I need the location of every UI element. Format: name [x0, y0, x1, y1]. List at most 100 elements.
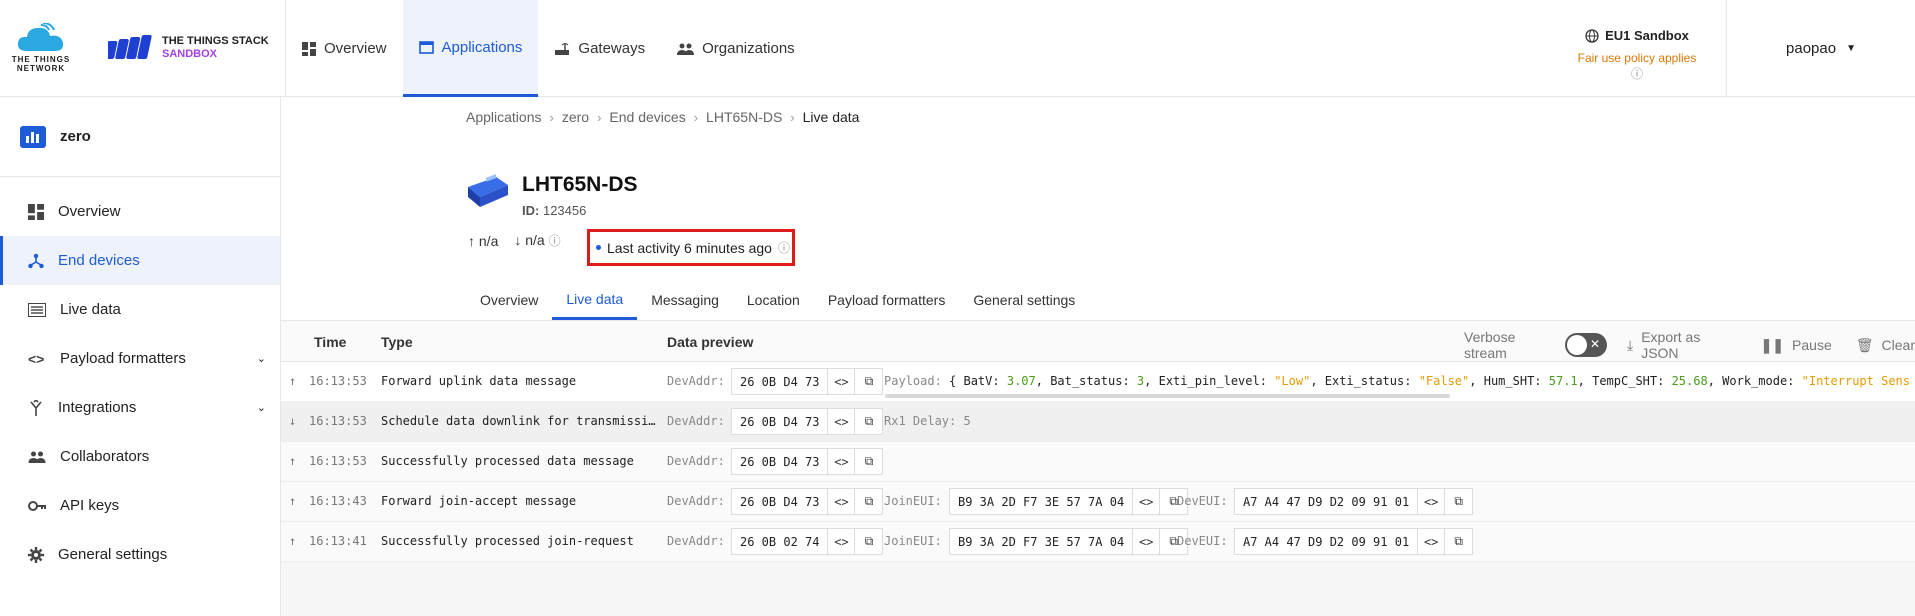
- tts-logo[interactable]: THE THINGS STACK SANDBOX: [82, 0, 286, 96]
- nav-gateways[interactable]: Gateways: [538, 0, 661, 97]
- tab-location[interactable]: Location: [733, 280, 814, 320]
- tab-messaging[interactable]: Messaging: [637, 280, 733, 320]
- pause-button[interactable]: Pause: [1792, 337, 1832, 353]
- joineui-chip: B9 3A 2D F7 3E 57 7A 04 <> ⧉: [949, 528, 1189, 555]
- copy-icon[interactable]: ⧉: [855, 449, 882, 474]
- devaddr-value: 26 0B D4 73: [732, 369, 829, 394]
- devaddr-chip: 26 0B 02 74 <> ⧉: [731, 528, 884, 555]
- code-toggle-icon[interactable]: <>: [828, 489, 856, 514]
- key-icon: [28, 500, 46, 511]
- code-toggle-icon[interactable]: <>: [1133, 529, 1161, 554]
- settings-icon: [28, 546, 44, 563]
- nav-organizations-label: Organizations: [702, 40, 795, 57]
- sidebar-item-label: End devices: [58, 252, 140, 269]
- sidebar-item-collaborators[interactable]: Collaborators: [0, 432, 280, 481]
- breadcrumb-item[interactable]: End devices: [609, 109, 685, 125]
- sidebar-item-integrations[interactable]: Integrations ⌄: [0, 383, 280, 432]
- devaddr-label: DevAddr:: [667, 374, 725, 388]
- nav-organizations[interactable]: Organizations: [661, 0, 811, 97]
- breadcrumb-item[interactable]: Applications: [466, 109, 542, 125]
- tab-overview[interactable]: Overview: [466, 280, 552, 320]
- deveui-label: DevEUI:: [1177, 534, 1228, 548]
- joineui-label: JoinEUI:: [884, 494, 942, 508]
- deveui-label: DevEUI:: [1177, 494, 1228, 508]
- router-icon: [555, 42, 570, 55]
- status-dot-icon: [596, 245, 601, 250]
- sidebar-item-api-keys[interactable]: API keys: [0, 481, 280, 530]
- sidebar-item-end-devices[interactable]: End devices: [0, 236, 280, 285]
- region-info: EU1 Sandbox Fair use policy applies ⓘ: [1572, 28, 1702, 82]
- application-icon: [418, 40, 434, 54]
- verbose-toggle[interactable]: ✕: [1565, 333, 1607, 357]
- table-row[interactable]: ↑ 16:13:53 Successfully processed data m…: [281, 442, 1915, 482]
- devaddr-value: 26 0B D4 73: [732, 489, 829, 514]
- page-scrollbar[interactable]: [1901, 120, 1911, 590]
- device-name: LHT65N-DS: [522, 173, 638, 196]
- device-stats: ↑ n/a ↓ n/a ⓘ: [468, 232, 561, 249]
- sidebar-item-general-settings[interactable]: General settings: [0, 530, 280, 579]
- code-toggle-icon[interactable]: <>: [1418, 529, 1446, 554]
- deveui-chip: A7 A4 47 D9 D2 09 91 01 <> ⧉: [1234, 488, 1474, 515]
- breadcrumb-current: Live data: [802, 109, 860, 125]
- chevron-down-icon[interactable]: ⌄: [257, 352, 266, 365]
- code-toggle-icon[interactable]: <>: [828, 369, 856, 394]
- ttn-logo-text: THE THINGS NETWORK: [11, 55, 71, 73]
- tts-logo-line2: SANDBOX: [162, 48, 218, 60]
- copy-icon[interactable]: ⧉: [855, 409, 882, 434]
- table-row[interactable]: ↓ 16:13:53 Schedule data downlink for tr…: [281, 402, 1915, 442]
- fair-use-link[interactable]: Fair use policy applies ⓘ: [1572, 51, 1702, 82]
- table-header: Time Type Data preview Verbose stream ✕ …: [281, 320, 1915, 362]
- horizontal-scrollbar[interactable]: [885, 394, 1450, 398]
- code-toggle-icon[interactable]: <>: [828, 529, 856, 554]
- code-toggle-icon[interactable]: <>: [828, 409, 856, 434]
- sidebar-item-payload-formatters[interactable]: <> Payload formatters ⌄: [0, 334, 280, 383]
- copy-icon[interactable]: ⧉: [855, 369, 882, 394]
- sidebar-item-live-data[interactable]: Live data: [0, 285, 280, 334]
- chevron-down-icon[interactable]: ⌄: [257, 401, 266, 414]
- sidebar-item-label: Payload formatters: [60, 350, 186, 367]
- downlink-stat: ↓ n/a ⓘ: [514, 232, 561, 248]
- copy-icon[interactable]: ⧉: [1445, 489, 1472, 514]
- sidebar-app-header: zero: [0, 97, 280, 177]
- column-time: Time: [314, 334, 347, 350]
- user-dropdown[interactable]: paopao ▼: [1726, 0, 1915, 97]
- code-icon: <>: [28, 350, 45, 367]
- row-type: Forward uplink data message: [381, 374, 577, 388]
- row-type: Forward join-accept message: [381, 494, 577, 508]
- ttn-logo[interactable]: THE THINGS NETWORK: [0, 0, 82, 96]
- copy-icon[interactable]: ⧉: [855, 489, 882, 514]
- help-icon: ⓘ: [1630, 67, 1643, 81]
- nav-overview[interactable]: Overview: [286, 0, 403, 97]
- devaddr-chip: 26 0B D4 73 <> ⧉: [731, 408, 884, 435]
- deveui-value: A7 A4 47 D9 D2 09 91 01: [1235, 489, 1419, 514]
- joineui-value: B9 3A 2D F7 3E 57 7A 04: [950, 489, 1134, 514]
- dashboard-icon: [302, 41, 316, 56]
- copy-icon[interactable]: ⧉: [1445, 529, 1472, 554]
- tab-live-data[interactable]: Live data: [552, 280, 638, 320]
- breadcrumb-item[interactable]: zero: [562, 109, 589, 125]
- tab-general-settings[interactable]: General settings: [959, 280, 1089, 320]
- list-icon: [28, 302, 46, 317]
- code-toggle-icon[interactable]: <>: [828, 449, 856, 474]
- device-hub-icon: [28, 253, 44, 268]
- copy-icon[interactable]: ⧉: [855, 529, 882, 554]
- tts-logo-line1: THE THINGS STACK: [162, 35, 269, 47]
- export-json-button[interactable]: Export as JSON: [1641, 329, 1736, 361]
- help-icon[interactable]: ⓘ: [549, 234, 561, 248]
- code-toggle-icon[interactable]: <>: [1133, 489, 1161, 514]
- device-header: LHT65N-DS ID: 123456: [466, 173, 638, 218]
- nav-applications[interactable]: Applications: [402, 0, 539, 97]
- dashboard-icon: [28, 203, 44, 220]
- breadcrumb-item[interactable]: LHT65N-DS: [706, 109, 782, 125]
- help-icon[interactable]: ⓘ: [778, 239, 790, 256]
- code-toggle-icon[interactable]: <>: [1418, 489, 1446, 514]
- tab-payload-formatters[interactable]: Payload formatters: [814, 280, 960, 320]
- pause-icon: ❚❚: [1760, 336, 1785, 353]
- table-row[interactable]: ↑ 16:13:41 Successfully processed join-r…: [281, 522, 1915, 562]
- table-row[interactable]: ↑ 16:13:43 Forward join-accept message D…: [281, 482, 1915, 522]
- row-time: 16:13:53: [309, 374, 367, 388]
- column-type: Type: [381, 334, 413, 350]
- row-time: 16:13:53: [309, 454, 367, 468]
- people-icon: [28, 451, 46, 463]
- sidebar-item-overview[interactable]: Overview: [0, 187, 280, 236]
